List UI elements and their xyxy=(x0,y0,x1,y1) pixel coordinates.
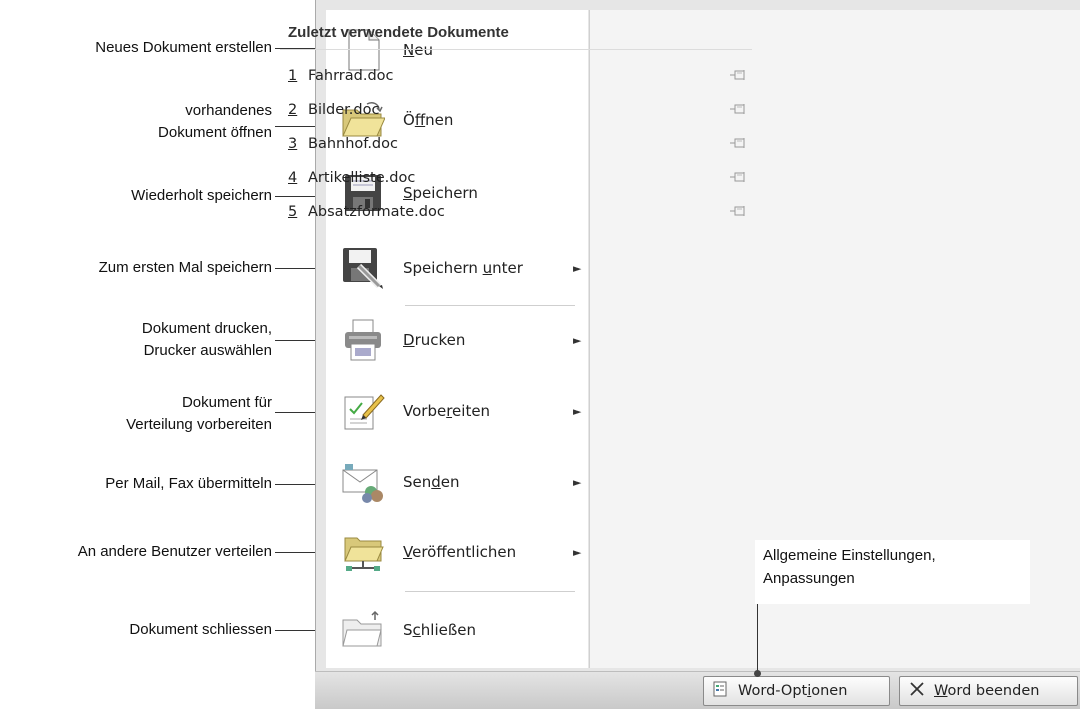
recent-document-number: 4 xyxy=(288,170,298,186)
recent-documents-title: Zuletzt verwendete Dokumente xyxy=(288,24,509,41)
menu-item-close-folder[interactable]: Schließen xyxy=(325,600,587,660)
printer-icon xyxy=(341,318,385,362)
annotation-line: Per Mail, Fax übermitteln xyxy=(105,475,272,492)
recent-document-item[interactable]: 2 Bilder.doc xyxy=(288,98,748,122)
pin-icon[interactable] xyxy=(730,171,748,186)
annotation-label: Wiederholt speichern xyxy=(131,185,272,207)
recent-document-item[interactable]: 3 Bahnhof.doc xyxy=(288,132,748,156)
annotation-line: Drucker auswählen xyxy=(143,342,272,359)
recent-document-item[interactable]: 1 Fahrrad.doc xyxy=(288,64,748,88)
menu-item-label: Senden xyxy=(403,473,460,491)
close-folder-icon xyxy=(341,608,385,652)
menu-item-label: Veröffentlichen xyxy=(403,543,517,561)
menu-item-send-mail[interactable]: Senden ► xyxy=(325,452,587,512)
pin-icon[interactable] xyxy=(730,103,748,118)
recent-document-name: Artikelliste.doc xyxy=(308,170,416,186)
word-options-label: Word-Optionen xyxy=(738,683,848,699)
recent-document-name: Bahnhof.doc xyxy=(308,136,398,152)
exit-word-label: Word beenden xyxy=(934,683,1040,699)
callout-leader xyxy=(757,604,758,674)
menu-item-label: Neu xyxy=(403,41,433,59)
annotation-line: Zum ersten Mal speichern xyxy=(98,259,272,276)
annotation-line: Dokument öffnen xyxy=(158,124,272,141)
annotation-label: Dokument drucken, Drucker auswählen xyxy=(142,318,272,362)
submenu-arrow-icon: ► xyxy=(573,261,582,275)
recent-document-name: Bilder.doc xyxy=(308,102,380,118)
annotation-line: Dokument drucken, xyxy=(141,320,272,337)
close-icon xyxy=(908,680,926,702)
annotation-label: Per Mail, Fax übermitteln xyxy=(105,473,272,495)
recent-document-number: 1 xyxy=(288,68,298,84)
menu-item-label: Schließen xyxy=(403,621,477,639)
divider xyxy=(280,49,752,50)
options-callout: Allgemeine Einstellungen, Anpassungen xyxy=(755,540,1030,604)
submenu-arrow-icon: ► xyxy=(573,475,582,489)
menu-separator xyxy=(405,305,575,306)
recent-document-number: 5 xyxy=(288,204,298,220)
publish-folder-icon xyxy=(341,530,385,574)
annotation-line: Neues Dokument erstellen xyxy=(95,39,272,56)
recent-document-item[interactable]: 4 Artikelliste.doc xyxy=(288,166,748,190)
recent-document-number: 3 xyxy=(288,136,298,152)
options-icon xyxy=(712,681,728,701)
annotation-label: Dokument für Verteilung vorbereiten xyxy=(126,392,272,436)
recent-document-name: Fahrrad.doc xyxy=(308,68,394,84)
submenu-arrow-icon: ► xyxy=(573,404,582,418)
menu-item-label: Drucken xyxy=(403,331,466,349)
menu-item-label: Speichern unter xyxy=(403,259,523,277)
annotation-label: Neues Dokument erstellen xyxy=(95,37,272,59)
pin-icon[interactable] xyxy=(730,69,748,84)
callout-line: Anpassungen xyxy=(763,570,855,587)
annotation-label: vorhandenes Dokument öffnen xyxy=(158,100,272,144)
submenu-arrow-icon: ► xyxy=(573,333,582,347)
annotation-label: Dokument schliessen xyxy=(129,619,272,641)
menu-item-label: Vorbereiten xyxy=(403,402,491,420)
prepare-document-icon xyxy=(341,389,385,433)
menu-item-printer[interactable]: Drucken ► xyxy=(325,310,587,370)
callout-line: Allgemeine Einstellungen, xyxy=(763,547,936,564)
annotation-line: Dokument für xyxy=(181,394,272,411)
word-options-button[interactable]: Word-Optionen xyxy=(703,676,890,706)
annotation-line: Dokument schliessen xyxy=(129,621,272,638)
recent-document-item[interactable]: 5 Absatzformate.doc xyxy=(288,200,748,224)
menu-item-prepare-document[interactable]: Vorbereiten ► xyxy=(325,381,587,441)
annotation-label: Zum ersten Mal speichern xyxy=(99,257,272,279)
annotation-line: Verteilung vorbereiten xyxy=(126,416,272,433)
menu-separator xyxy=(405,591,575,592)
submenu-arrow-icon: ► xyxy=(573,545,582,559)
annotation-label: An andere Benutzer verteilen xyxy=(78,541,272,563)
pin-icon[interactable] xyxy=(730,137,748,152)
recent-document-number: 2 xyxy=(288,102,298,118)
send-mail-icon xyxy=(341,460,385,504)
callout-dot xyxy=(754,670,761,677)
menu-item-publish-folder[interactable]: Veröffentlichen ► xyxy=(325,522,587,582)
annotation-line: vorhandenes xyxy=(185,102,272,119)
recent-document-name: Absatzformate.doc xyxy=(308,204,445,220)
menu-item-save-as[interactable]: Speichern unter ► xyxy=(325,238,587,298)
annotation-line: An andere Benutzer verteilen xyxy=(77,543,272,560)
annotation-line: Wiederholt speichern xyxy=(131,187,272,204)
exit-word-button[interactable]: Word beenden xyxy=(899,676,1078,706)
pin-icon[interactable] xyxy=(730,205,748,220)
save-as-icon xyxy=(341,246,385,290)
